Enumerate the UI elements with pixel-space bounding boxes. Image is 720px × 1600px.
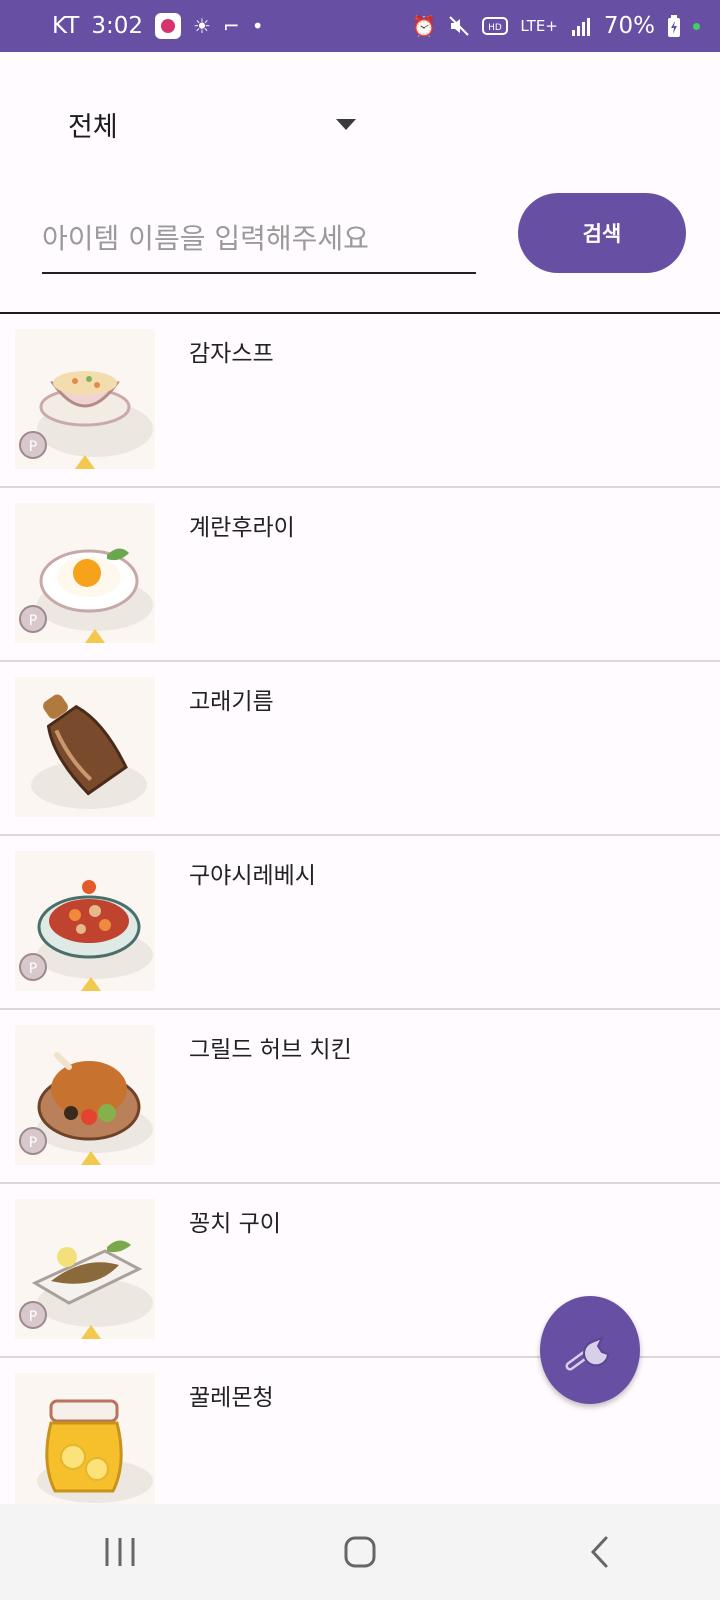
battery-percent: 70% <box>603 13 655 39</box>
status-bar: KT 3:02 ☀ ⌐ • ⏰ HD LTE+ 70% <box>0 0 720 52</box>
svg-text:P: P <box>29 1135 37 1151</box>
item-name: 꽁치 구이 <box>189 1211 281 1237</box>
home-icon <box>344 1536 376 1568</box>
wrench-icon <box>565 1336 610 1371</box>
svg-text:P: P <box>29 613 37 629</box>
grilled-fish-icon: P <box>15 1199 155 1339</box>
list-item[interactable]: P 계란후라이 <box>0 488 720 662</box>
fried-egg-icon: P <box>15 503 155 643</box>
status-right: ⏰ HD LTE+ 70% <box>411 13 700 39</box>
screen-icon: ⌐ <box>222 14 240 38</box>
item-name: 그릴드 허브 치킨 <box>189 1037 352 1063</box>
item-name: 꿀레몬청 <box>189 1385 274 1411</box>
list-item[interactable]: P 구야시레베시 <box>0 836 720 1010</box>
item-name: 감자스프 <box>189 341 274 367</box>
list-item[interactable]: 고래기름 <box>0 662 720 836</box>
battery-charging-icon <box>668 15 680 37</box>
honey-lemon-jar-icon <box>15 1373 155 1504</box>
item-name: 계란후라이 <box>189 515 295 541</box>
mute-icon <box>449 16 470 36</box>
back-icon <box>590 1536 608 1568</box>
clock: 3:02 <box>91 13 144 39</box>
svg-text:P: P <box>29 961 37 977</box>
stew-dish-icon: P <box>15 851 155 991</box>
list-item[interactable]: P 감자스프 <box>0 314 720 488</box>
settings-fab[interactable] <box>540 1296 640 1404</box>
category-dropdown[interactable]: 전체 <box>68 98 364 150</box>
list-item[interactable]: P 그릴드 허브 치킨 <box>0 1010 720 1184</box>
category-selected-value: 전체 <box>68 111 118 143</box>
item-name: 고래기름 <box>189 689 274 715</box>
more-notifications-dot-icon: • <box>251 14 264 38</box>
svg-text:P: P <box>29 439 37 455</box>
dropdown-arrow-icon <box>336 118 356 130</box>
network-type-label: LTE+ <box>520 17 558 35</box>
privacy-indicator-dot <box>693 22 700 30</box>
home-button[interactable] <box>320 1522 400 1582</box>
carrier-label: KT <box>52 13 80 39</box>
whale-oil-bottle-icon <box>15 677 155 817</box>
signal-icon <box>571 18 590 36</box>
status-left: KT 3:02 ☀ ⌐ • <box>52 13 264 39</box>
alarm-icon: ⏰ <box>411 14 437 38</box>
potato-soup-icon: P <box>15 329 155 469</box>
hd-voice-icon: HD <box>482 17 509 35</box>
brightness-icon: ☀ <box>193 14 211 38</box>
back-button[interactable] <box>560 1522 640 1582</box>
item-search-input[interactable] <box>42 210 476 274</box>
recents-icon <box>105 1538 135 1566</box>
system-nav-bar <box>0 1504 720 1600</box>
svg-text:P: P <box>29 1309 37 1325</box>
roast-chicken-icon: P <box>15 1025 155 1165</box>
search-button[interactable]: 검색 <box>518 193 686 273</box>
svg-text:HD: HD <box>489 23 503 33</box>
notification-app-icon <box>155 13 182 39</box>
recents-button[interactable] <box>80 1522 160 1582</box>
item-name: 구야시레베시 <box>189 863 316 889</box>
